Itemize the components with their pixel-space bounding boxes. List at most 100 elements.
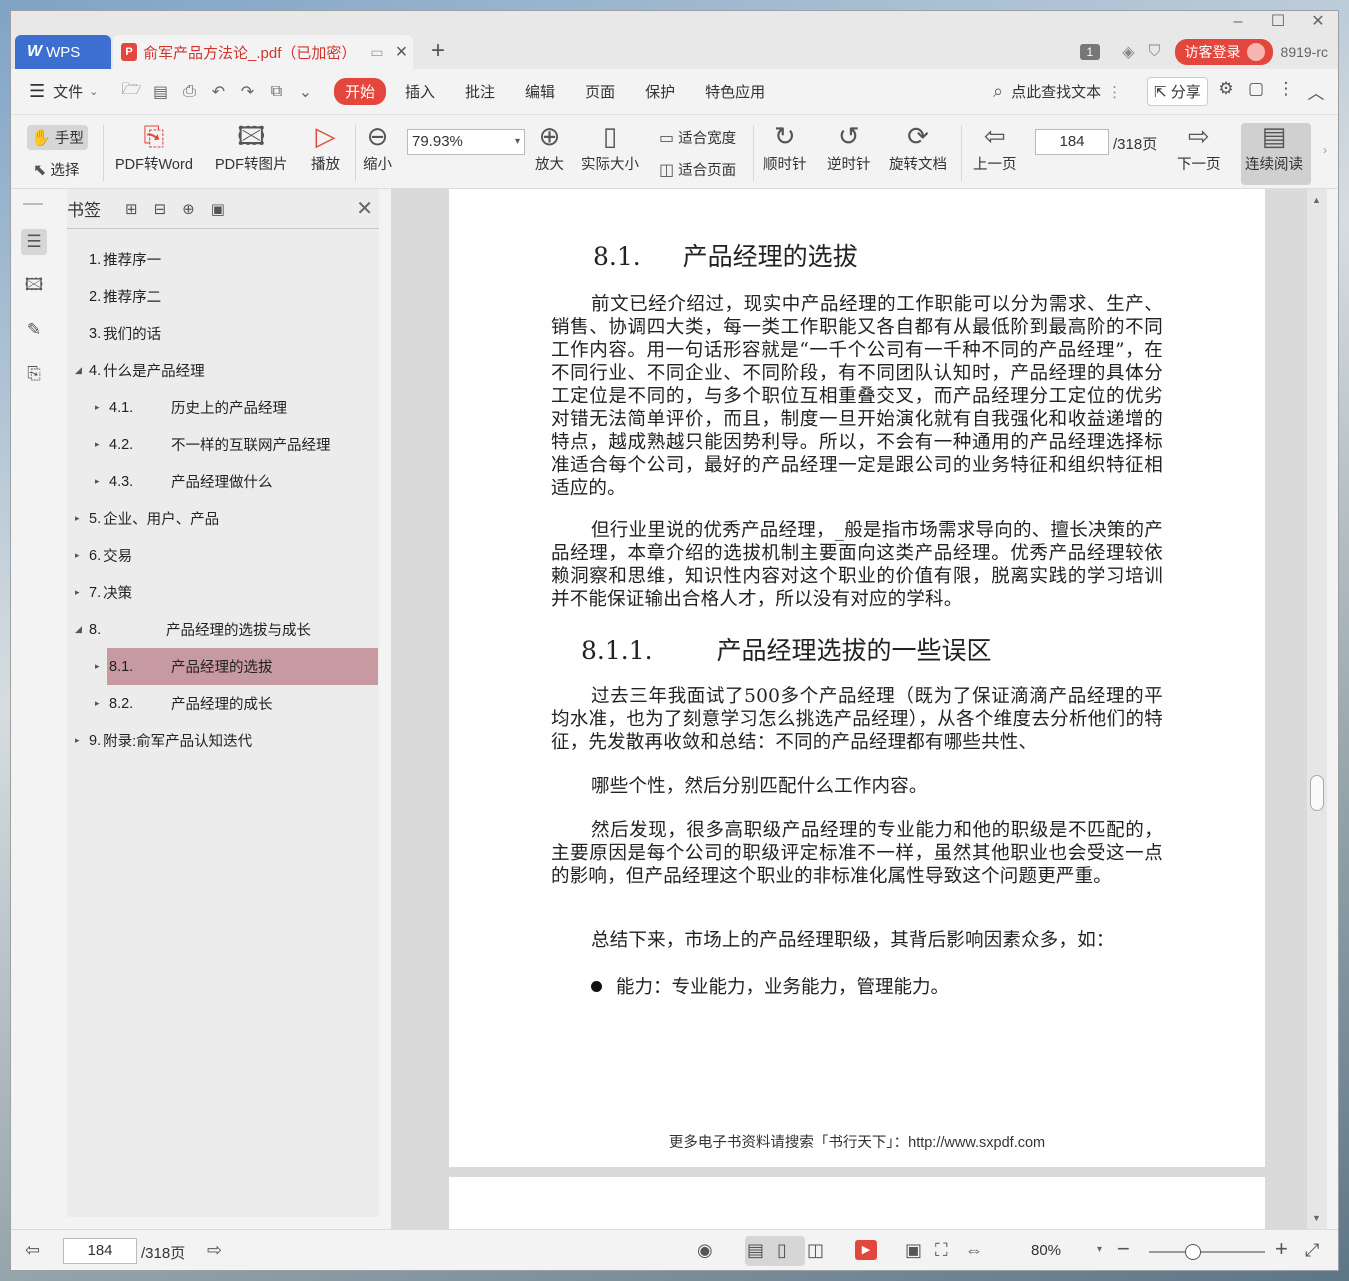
slideshow-icon[interactable]: ▶: [855, 1240, 877, 1260]
more-icon[interactable]: ⋮: [1271, 79, 1301, 104]
tab-edit[interactable]: 编辑: [514, 78, 566, 105]
bookmark-item[interactable]: 2. 推荐序二: [67, 278, 379, 315]
comment-icon[interactable]: ▢: [1241, 79, 1271, 104]
pdf-to-image-button[interactable]: 🖾 PDF转图片: [215, 119, 288, 174]
monitor-icon[interactable]: ▭: [370, 44, 383, 61]
minimize-icon[interactable]: –: [1218, 11, 1258, 35]
hand-tool-button[interactable]: ✋ 手型: [27, 125, 88, 150]
status-page-input[interactable]: 184: [63, 1238, 137, 1264]
play-button[interactable]: ▷ 播放: [311, 119, 340, 174]
collapsed-triangle-icon[interactable]: ▸: [75, 550, 80, 561]
fullscreen-icon[interactable]: ⤢: [1305, 1240, 1319, 1261]
expanded-triangle-icon[interactable]: ◢: [75, 365, 82, 376]
collapse-all-icon[interactable]: ⊟: [154, 200, 167, 218]
undo-icon[interactable]: ↶: [204, 82, 233, 102]
ribbon-scroll-right-icon[interactable]: ›: [1323, 143, 1327, 157]
select-tool-button[interactable]: ⬉ 选择: [33, 159, 79, 180]
fit-page-icon[interactable]: ⛶: [935, 1240, 948, 1261]
bookmark-item[interactable]: ▸ 8.2. 产品经理的成长: [67, 685, 379, 722]
previous-page-button[interactable]: ⇦ 上一页: [973, 119, 1017, 174]
redo-icon[interactable]: ↷: [233, 82, 262, 102]
scroll-up-icon[interactable]: ▲: [1312, 195, 1321, 205]
open-folder-icon[interactable]: 🗁: [117, 78, 146, 105]
rotate-counter-clockwise-button[interactable]: ↺ 逆时针: [827, 119, 871, 174]
tab-insert[interactable]: 插入: [394, 78, 446, 105]
eye-protect-icon[interactable]: ◉: [697, 1240, 713, 1261]
tab-start[interactable]: 开始: [334, 78, 387, 105]
bookmark-item[interactable]: ▸ 4.3. 产品经理做什么: [67, 463, 379, 500]
document-tab[interactable]: P 俞军产品方法论_.pdf（已加密） ▭ ×: [113, 35, 413, 69]
wps-home-tab[interactable]: W WPS: [15, 35, 111, 69]
tab-page[interactable]: 页面: [574, 78, 626, 105]
tab-protect[interactable]: 保护: [634, 78, 686, 105]
guest-login-button[interactable]: 访客登录: [1174, 39, 1273, 65]
zoom-out-icon[interactable]: −: [1117, 1236, 1130, 1262]
bookmark-item[interactable]: 3. 我们的话: [67, 315, 379, 352]
skin-icon[interactable]: ⛉: [1149, 43, 1161, 61]
bookmark-item[interactable]: ▸ 8.1. 产品经理的选拔: [95, 648, 378, 685]
collapsed-triangle-icon[interactable]: ▸: [95, 439, 100, 450]
maximize-icon[interactable]: ☐: [1258, 11, 1298, 35]
bookmark-item[interactable]: ◢ 8. 产品经理的选拔与成长: [67, 611, 379, 648]
add-bookmark-icon[interactable]: ⊕: [182, 200, 195, 218]
collapsed-triangle-icon[interactable]: ▸: [95, 402, 100, 413]
bookmark-item[interactable]: ▸ 7. 决策: [67, 574, 379, 611]
close-tab-icon[interactable]: ×: [396, 41, 408, 64]
bookmark-item[interactable]: ▸ 5. 企业、用户、产品: [67, 500, 379, 537]
status-zoom-value[interactable]: 80%: [1031, 1242, 1061, 1259]
bookmark-item[interactable]: ◢ 4. 什么是产品经理: [67, 352, 379, 389]
actual-size-button[interactable]: ▯ 实际大小: [581, 119, 639, 174]
find-text[interactable]: ⌕ 点此查找文本 ⋮: [993, 81, 1122, 102]
file-menu[interactable]: ☰ 文件 ⌄: [11, 81, 117, 102]
actual-size-icon[interactable]: ▣: [905, 1240, 922, 1261]
zoom-slider-knob[interactable]: [1185, 1244, 1201, 1260]
collapse-ribbon-icon[interactable]: ︿: [1301, 79, 1331, 104]
share-button[interactable]: ⇱ 分享: [1147, 77, 1208, 106]
new-tab-button[interactable]: +: [431, 37, 445, 65]
zoom-out-button[interactable]: ⊖ 缩小: [363, 119, 392, 174]
chevron-down-icon[interactable]: ▾: [1097, 1244, 1102, 1255]
scrollbar-thumb[interactable]: [1310, 775, 1324, 811]
tab-special[interactable]: 特色应用: [694, 78, 776, 105]
tab-annotate[interactable]: 批注: [454, 78, 506, 105]
page-number-input[interactable]: 184: [1035, 129, 1109, 155]
more-vertical-icon[interactable]: ⋮: [1107, 83, 1122, 101]
scroll-down-icon[interactable]: ▼: [1312, 1213, 1321, 1223]
arrow-right-icon[interactable]: ⇨: [207, 1240, 222, 1261]
collapsed-triangle-icon[interactable]: ▸: [75, 587, 80, 598]
zoom-slider[interactable]: [1149, 1244, 1265, 1260]
bookmark-item[interactable]: ▸ 6. 交易: [67, 537, 379, 574]
bookmark-item[interactable]: ▸ 4.1. 历史上的产品经理: [67, 389, 379, 426]
fit-width-icon[interactable]: ⇔: [965, 1240, 983, 1261]
bookmark-settings-icon[interactable]: ▣: [211, 200, 225, 218]
continuous-view-icon[interactable]: ▤: [747, 1240, 764, 1261]
fit-width-button[interactable]: ▭ 适合宽度: [659, 127, 736, 148]
close-icon[interactable]: ✕: [356, 196, 373, 221]
zoom-select[interactable]: 79.93% ▾: [407, 129, 525, 155]
two-page-icon[interactable]: ◫: [807, 1240, 824, 1261]
collapsed-triangle-icon[interactable]: ▸: [75, 735, 80, 746]
rotate-clockwise-button[interactable]: ↻ 顺时针: [763, 119, 807, 174]
next-page-button[interactable]: ⇨ 下一页: [1177, 119, 1221, 174]
rotate-document-button[interactable]: ⟳ 旋转文档: [889, 119, 947, 174]
sync-icon[interactable]: ◈: [1122, 42, 1134, 62]
more-quick-icon[interactable]: ⌄: [291, 82, 320, 102]
collapsed-triangle-icon[interactable]: ▸: [95, 698, 100, 709]
bookmark-panel-icon[interactable]: ☰: [21, 229, 47, 255]
bookmark-item[interactable]: ▸ 9. 附录:俞军产品认知迭代: [67, 722, 379, 759]
gear-icon[interactable]: ⚙: [1211, 79, 1241, 104]
document-viewport[interactable]: 8.1. 产品经理的选拔 前文已经介绍过，现实中产品经理的工作职能可以分为需求、…: [391, 189, 1327, 1229]
bookmark-item[interactable]: 1. 推荐序一: [67, 241, 379, 278]
attachment-icon[interactable]: ⎘: [21, 361, 47, 387]
export-icon[interactable]: ⧉: [262, 83, 291, 101]
vertical-scrollbar[interactable]: ▲ ▼: [1307, 189, 1327, 1229]
annotation-icon[interactable]: ✎: [21, 317, 47, 343]
collapsed-triangle-icon[interactable]: ▸: [75, 513, 80, 524]
zoom-in-button[interactable]: ⊕ 放大: [535, 119, 564, 174]
close-window-icon[interactable]: ✕: [1298, 11, 1338, 35]
zoom-in-icon[interactable]: +: [1275, 1236, 1288, 1262]
save-icon[interactable]: ▤: [146, 82, 175, 102]
pdf-to-word-button[interactable]: ⎘ PDF转Word: [115, 119, 193, 174]
single-page-icon[interactable]: ▯: [777, 1240, 787, 1261]
arrow-left-icon[interactable]: ⇦: [25, 1240, 40, 1261]
